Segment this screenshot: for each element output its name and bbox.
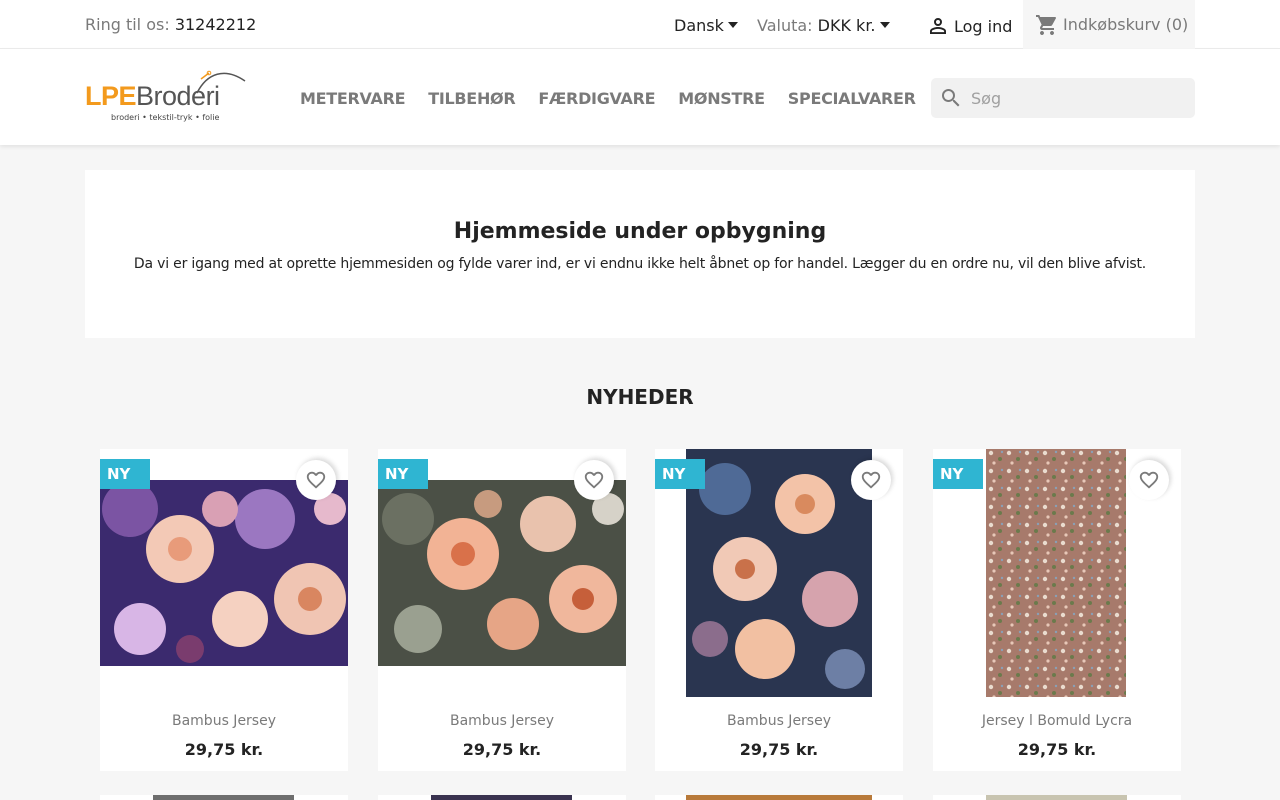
search-input[interactable] bbox=[971, 88, 1171, 108]
product-card-partial[interactable] bbox=[933, 795, 1181, 800]
main-nav: METERVARE TILBEHØR FÆRDIGVARE MØNSTRE SP… bbox=[300, 89, 939, 108]
logo-wordmark: LPEBroderi bbox=[85, 81, 220, 111]
currency-value: DKK kr. bbox=[817, 16, 876, 35]
new-badge: NY bbox=[933, 459, 983, 489]
cart-label: Indkøbskurv bbox=[1063, 15, 1161, 34]
heart-icon bbox=[1139, 471, 1159, 489]
product-image[interactable] bbox=[686, 795, 872, 800]
cart-count: (0) bbox=[1165, 15, 1189, 34]
top-bar: Ring til os: 31242212 Dansk Valuta: DKK … bbox=[0, 0, 1280, 49]
product-name[interactable]: Bambus Jersey bbox=[378, 713, 626, 729]
product-name[interactable]: Jersey l Bomuld Lycra bbox=[933, 713, 1181, 729]
product-name[interactable]: Bambus Jersey bbox=[100, 713, 348, 729]
language-selector[interactable]: Dansk bbox=[674, 16, 738, 35]
product-price: 29,75 kr. bbox=[1017, 740, 1097, 759]
new-badge: NY bbox=[100, 459, 150, 489]
user-icon bbox=[930, 18, 946, 34]
currency-label: Valuta: bbox=[757, 16, 813, 35]
product-card[interactable]: NY Bambus Jersey 29,75 kr. bbox=[655, 449, 903, 771]
product-card[interactable]: NY Bambus Jersey 29,75 kr. bbox=[378, 449, 626, 771]
product-price: 29,75 kr. bbox=[739, 740, 819, 759]
search-box bbox=[931, 78, 1195, 118]
search-icon[interactable] bbox=[939, 86, 963, 110]
logo-tagline: broderi • tekstil-tryk • folie bbox=[111, 113, 220, 122]
product-price: 29,75 kr. bbox=[462, 740, 542, 759]
product-card[interactable]: NY Bambus Jersey 29,75 kr. bbox=[100, 449, 348, 771]
product-price: 29,75 kr. bbox=[184, 740, 264, 759]
main-header: LPEBroderi broderi • tekstil-tryk • foli… bbox=[0, 49, 1280, 145]
wishlist-button[interactable] bbox=[296, 460, 336, 500]
login-link[interactable]: Log ind bbox=[926, 14, 1012, 38]
nav-item-metervare[interactable]: METERVARE bbox=[300, 89, 406, 108]
construction-notice: Hjemmeside under opbygning Da vi er igan… bbox=[85, 170, 1195, 338]
cart-icon bbox=[1036, 14, 1056, 35]
heart-icon bbox=[584, 471, 604, 489]
currency-selector[interactable]: Valuta: DKK kr. bbox=[757, 16, 890, 35]
new-badge: NY bbox=[378, 459, 428, 489]
product-image[interactable] bbox=[431, 795, 572, 800]
notice-title: Hjemmeside under opbygning bbox=[453, 219, 827, 244]
phone-number[interactable]: 31242212 bbox=[175, 15, 256, 34]
product-image[interactable] bbox=[153, 795, 294, 800]
new-badge: NY bbox=[655, 459, 705, 489]
nav-item-specialvarer[interactable]: SPECIALVARER bbox=[788, 89, 916, 108]
wishlist-button[interactable] bbox=[851, 460, 891, 500]
contact-phone: Ring til os: 31242212 bbox=[85, 15, 256, 34]
chevron-down-icon bbox=[879, 22, 890, 28]
wishlist-button[interactable] bbox=[574, 460, 614, 500]
product-name[interactable]: Bambus Jersey bbox=[655, 713, 903, 729]
product-card-partial[interactable] bbox=[100, 795, 348, 800]
cart-button[interactable]: Indkøbskurv (0) bbox=[1023, 0, 1195, 49]
nav-item-monstre[interactable]: MØNSTRE bbox=[678, 89, 765, 108]
product-card[interactable]: NY Jersey l Bomuld Lycra 29,75 kr. bbox=[933, 449, 1181, 771]
nav-item-tilbehor[interactable]: TILBEHØR bbox=[428, 89, 515, 108]
nav-item-faerdigvare[interactable]: FÆRDIGVARE bbox=[538, 89, 655, 108]
phone-label: Ring til os: bbox=[85, 15, 170, 34]
site-logo[interactable]: LPEBroderi broderi • tekstil-tryk • foli… bbox=[85, 67, 246, 127]
product-card-partial[interactable] bbox=[655, 795, 903, 800]
chevron-down-icon bbox=[727, 22, 738, 28]
product-image[interactable] bbox=[986, 795, 1127, 800]
new-products-title: NYHEDER bbox=[586, 385, 694, 409]
product-card-partial[interactable] bbox=[378, 795, 626, 800]
notice-text: Da vi er igang med at oprette hjemmeside… bbox=[133, 256, 1147, 272]
language-value: Dansk bbox=[674, 16, 724, 35]
heart-icon bbox=[306, 471, 326, 489]
heart-icon bbox=[861, 471, 881, 489]
wishlist-button[interactable] bbox=[1129, 460, 1169, 500]
login-label: Log ind bbox=[954, 16, 1013, 36]
